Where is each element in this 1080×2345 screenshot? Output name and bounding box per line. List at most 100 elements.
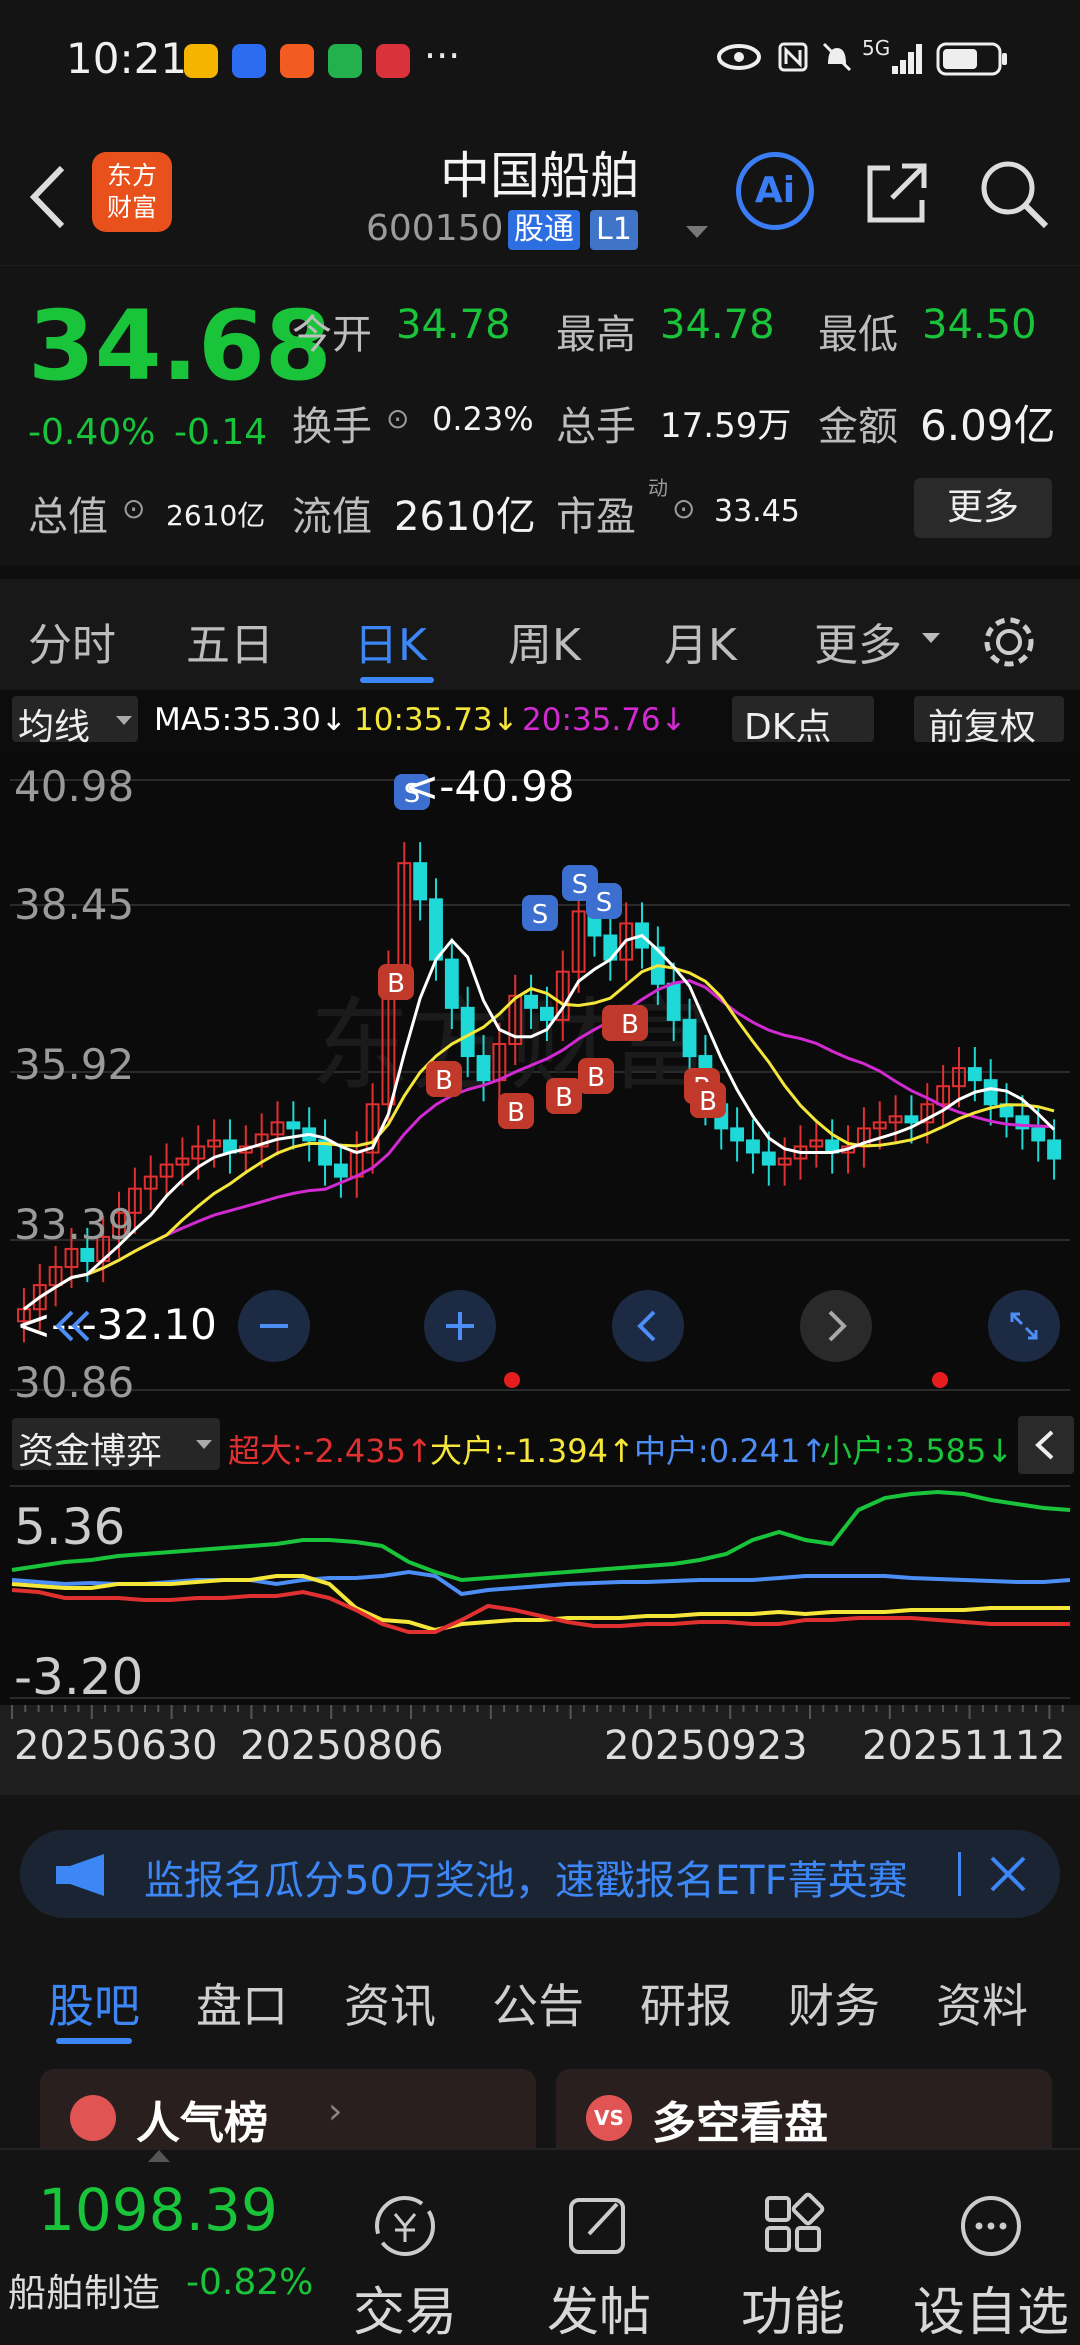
feature-cards: 人气榜 › VS 多空看盘 [0, 2055, 1080, 2159]
high-label: 最高 [556, 312, 636, 358]
tab-finance[interactable]: 财务 [788, 1970, 880, 2036]
pan-right-button[interactable] [800, 1290, 872, 1362]
kline-chart[interactable]: 东方财富 BBBBBBBBBSSSS 40.98 38.45 35.92 33.… [0, 750, 1080, 1410]
marker-letter: B [587, 1063, 605, 1093]
collapse-button[interactable] [1018, 1416, 1074, 1474]
tab-more[interactable]: 更多 [814, 609, 902, 673]
fund-chart: 5.36 -3.20 [0, 1480, 1080, 1706]
tab-pankou[interactable]: 盘口 [196, 1970, 288, 2036]
tab-weekly-k[interactable]: 周K [508, 609, 581, 673]
dk-label: DK点 [744, 707, 832, 748]
marker-letter: B [555, 1083, 573, 1113]
mid-value: 中户:0.241↑ [634, 1432, 828, 1470]
marker-letter: S [532, 900, 549, 930]
tab-research[interactable]: 研报 [640, 1970, 732, 2036]
candle [286, 1121, 301, 1130]
popularity-label: 人气榜 [136, 2098, 268, 2149]
double-chevron-icon [55, 1310, 90, 1342]
candle [476, 1055, 491, 1082]
post-button[interactable]: 发帖 [524, 2190, 674, 2345]
active-tab-indicator [360, 677, 434, 683]
ai-button[interactable]: Ai [736, 152, 814, 230]
marker-letter: S [572, 870, 589, 900]
tab-profile[interactable]: 资料 [936, 1970, 1028, 2036]
post-label: 发帖 [546, 2283, 651, 2343]
expand-caret-icon[interactable] [684, 224, 710, 240]
tab-announcement[interactable]: 公告 [492, 1970, 584, 2036]
ma-bar: 均线 MA5:35.30↓ 10:35.73↓ 20:35.76↓ DK点 前复… [0, 690, 1080, 750]
candle [1031, 1127, 1046, 1142]
small-value: 小户:3.585↓ [820, 1432, 1014, 1470]
date-0: 20250630 [14, 1723, 218, 1769]
index-widget[interactable]: 1098.39 船舶制造 -0.82% [0, 2150, 330, 2340]
max-price-label: <-40.98 [404, 762, 575, 811]
volume-value: 17.59万 [660, 406, 792, 446]
ma5-value: MA5:35.30↓ [154, 702, 347, 738]
fullscreen-button[interactable] [988, 1290, 1060, 1362]
tab-guba[interactable]: 股吧 [48, 1970, 140, 2036]
promo-banner[interactable]: 监报名瓜分50万奖池，速戳报名ETF菁英赛 [20, 1830, 1060, 1918]
turnover-value: 0.23% [432, 400, 534, 438]
tab-news[interactable]: 资讯 [344, 1970, 436, 2036]
share-icon[interactable] [862, 158, 932, 228]
subtab-indicator [56, 2038, 132, 2044]
fund-ytop: 5.36 [14, 1498, 126, 1556]
edit-icon [569, 2198, 625, 2254]
candle [761, 1151, 776, 1166]
more-quote-button[interactable]: 更多 [914, 478, 1052, 538]
amount-label: 金额 [818, 404, 898, 450]
fund-caret-icon [196, 1440, 212, 1449]
popularity-card[interactable]: 人气榜 › [40, 2069, 536, 2159]
chevron-right-small-icon: › [328, 2091, 343, 2132]
ytick-0: 40.98 [14, 762, 135, 811]
dk-button[interactable]: DK点 [732, 696, 874, 748]
watchlist-label: 设自选 [912, 2283, 1069, 2343]
date-2: 20250923 [604, 1723, 808, 1769]
marker-letter: B [507, 1098, 525, 1128]
float-label: 流值 [292, 494, 372, 540]
tab-five-day[interactable]: 五日 [186, 609, 274, 673]
mktcap-value: 2610亿 [166, 499, 266, 532]
status-time: 10:21 [66, 34, 188, 83]
pan-left-button[interactable] [612, 1290, 684, 1362]
ytick-1: 38.45 [14, 880, 135, 929]
more-dots-icon [961, 2196, 1021, 2256]
trade-button[interactable]: 交易 [330, 2190, 480, 2345]
longshort-card[interactable]: VS 多空看盘 [556, 2069, 1052, 2159]
super-value: 超大:-2.435↑ [228, 1432, 433, 1470]
ma-selector[interactable]: 均线 [12, 696, 138, 748]
date-ticks [11, 1705, 1064, 1719]
adjust-button[interactable]: 前复权 [914, 696, 1064, 748]
app-icon-3 [376, 44, 410, 78]
turnover-info-icon[interactable]: ⊙ [386, 402, 409, 435]
search-icon[interactable] [976, 156, 1052, 232]
ytick-2: 35.92 [14, 1040, 135, 1089]
tab-monthly-k[interactable]: 月K [664, 609, 737, 673]
tab-daily-k[interactable]: 日K [354, 609, 427, 673]
zoom-in-button[interactable] [424, 1290, 496, 1362]
alert-dot [504, 1372, 520, 1388]
pe-info-icon[interactable]: ⊙ [672, 492, 695, 525]
mktcap-info-icon[interactable]: ⊙ [122, 492, 145, 525]
candle [333, 1163, 348, 1178]
change-pct: -0.40% [28, 412, 156, 453]
yen-exchange-icon [375, 2196, 435, 2256]
candle [983, 1079, 998, 1106]
turnover-label: 换手 [292, 404, 372, 450]
last-price: 34.68 [28, 290, 332, 402]
big-value: 大户:-1.394↑ [430, 1432, 635, 1470]
min-price-label: <---32.10 [16, 1300, 217, 1349]
tab-timeshare[interactable]: 分时 [28, 609, 116, 673]
zoom-out-button[interactable] [238, 1290, 310, 1362]
candle [730, 1127, 745, 1142]
fund-selector[interactable]: 资金博弈 [12, 1418, 220, 1472]
wechat-icon [328, 44, 362, 78]
amount-value: 6.09亿 [920, 401, 1056, 450]
close-icon[interactable] [988, 1854, 1028, 1894]
functions-button[interactable]: 功能 [718, 2190, 868, 2345]
watchlist-button[interactable]: 设自选 [906, 2190, 1076, 2345]
marker-letter: B [387, 969, 405, 999]
candle [444, 958, 459, 1009]
dropdown-caret-icon [116, 716, 132, 725]
settings-gear-icon[interactable] [978, 611, 1040, 673]
